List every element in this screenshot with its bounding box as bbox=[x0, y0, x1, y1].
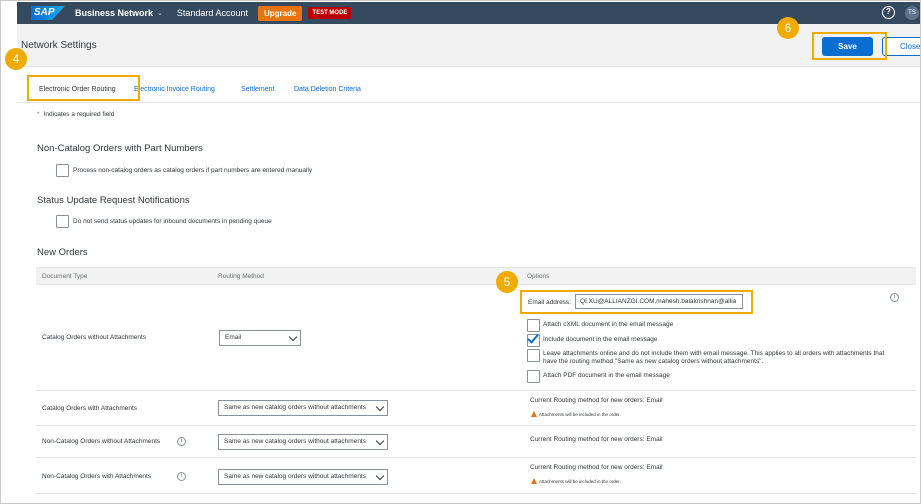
info-icon[interactable]: i bbox=[890, 293, 899, 302]
required-field-note: * Indicates a required field bbox=[37, 111, 114, 118]
routing-method-value: Same as new catalog orders without attac… bbox=[224, 473, 366, 480]
routing-method-select[interactable]: Same as new catalog orders without attac… bbox=[218, 469, 388, 485]
section-title-new-orders: New Orders bbox=[37, 247, 88, 258]
required-star: * bbox=[37, 111, 40, 118]
current-routing-text: Current Routing method for new orders: E… bbox=[530, 397, 663, 404]
test-mode-badge: TEST MODE bbox=[308, 7, 352, 19]
routing-method-value: Same as new catalog orders without attac… bbox=[224, 438, 366, 445]
routing-method-value: Email bbox=[225, 334, 242, 341]
highlight-order-routing-tab bbox=[27, 75, 140, 101]
callout-step-5: 5 bbox=[496, 271, 518, 293]
column-header-document-type: Document Type bbox=[42, 273, 88, 280]
chevron-down-icon bbox=[288, 332, 298, 342]
account-type: Standard Account bbox=[176, 8, 248, 18]
status-update-checkbox-label: Do not send status updates for inbound d… bbox=[73, 218, 272, 225]
highlight-save-button bbox=[812, 32, 887, 60]
leave-attachments-online-label: Leave attachments online and do not incl… bbox=[543, 350, 885, 357]
chevron-down-icon[interactable]: ⌄ bbox=[157, 9, 163, 17]
leave-attachments-online-label-cont: have the routing method "Same as new cat… bbox=[543, 358, 764, 365]
column-header-options: Options bbox=[527, 273, 550, 280]
attachments-note: Attachments will be included in the orde… bbox=[539, 412, 621, 417]
attach-cxml-label: Attach cXML document in the email messag… bbox=[543, 321, 674, 328]
leave-attachments-online-checkbox[interactable] bbox=[527, 349, 540, 362]
tab-bar: Electronic Order Routing Electronic Invo… bbox=[17, 67, 920, 103]
info-icon[interactable]: i bbox=[177, 437, 186, 446]
info-icon[interactable]: i bbox=[177, 472, 186, 481]
tab-settlement[interactable]: Settlement bbox=[241, 86, 274, 93]
callout-step-4: 4 bbox=[5, 48, 27, 70]
table-header: Document Type Routing Method Options bbox=[36, 267, 916, 285]
chevron-down-icon bbox=[375, 436, 385, 446]
document-type-cell: Non-Catalog Orders with Attachments bbox=[42, 473, 152, 480]
document-type-cell: Non-Catalog Orders without Attachments bbox=[42, 438, 161, 445]
warning-icon bbox=[531, 411, 537, 417]
attach-pdf-checkbox[interactable] bbox=[527, 370, 540, 383]
attach-pdf-label: Attach PDF document in the email message bbox=[543, 372, 670, 379]
checkmark-icon bbox=[527, 331, 539, 344]
current-routing-text: Current Routing method for new orders: E… bbox=[530, 464, 663, 471]
tab-electronic-invoice-routing[interactable]: Electronic Invoice Routing bbox=[134, 86, 215, 93]
table-row: Non-Catalog Orders with Attachments i Sa… bbox=[36, 458, 916, 494]
section-title-status-update: Status Update Request Notifications bbox=[37, 195, 190, 206]
app-frame: SAP Business Network ⌄ Standard Account … bbox=[0, 0, 921, 504]
page-title: Network Settings bbox=[21, 40, 97, 51]
include-document-label: Include document in the email message bbox=[543, 336, 658, 343]
chevron-down-icon bbox=[375, 402, 385, 412]
chevron-down-icon bbox=[375, 471, 385, 481]
include-document-checkbox[interactable] bbox=[527, 331, 540, 347]
help-icon[interactable]: ? bbox=[882, 6, 895, 19]
upgrade-button[interactable]: Upgrade bbox=[257, 5, 303, 21]
section-title-non-catalog: Non-Catalog Orders with Part Numbers bbox=[37, 143, 203, 154]
sap-logo[interactable]: SAP bbox=[31, 6, 65, 20]
table-row: Non-Catalog Orders without Attachments i… bbox=[36, 426, 916, 458]
callout-step-6: 6 bbox=[777, 17, 799, 39]
tab-data-deletion-criteria[interactable]: Data Deletion Criteria bbox=[294, 86, 361, 93]
table-row: Catalog Orders without Attachments Email bbox=[36, 285, 916, 391]
status-update-checkbox[interactable] bbox=[56, 215, 69, 228]
avatar[interactable]: TS bbox=[905, 6, 919, 20]
routing-method-select[interactable]: Email bbox=[219, 330, 301, 346]
non-catalog-checkbox[interactable] bbox=[56, 164, 69, 177]
column-header-routing-method: Routing Method bbox=[218, 273, 264, 280]
current-routing-text: Current Routing method for new orders: E… bbox=[530, 436, 663, 443]
attachments-note: Attachments will be included in the orde… bbox=[539, 479, 621, 484]
non-catalog-checkbox-label: Process non-catalog orders as catalog or… bbox=[73, 167, 313, 174]
close-button[interactable]: Close bbox=[882, 37, 920, 56]
routing-method-value: Same as new catalog orders without attac… bbox=[224, 404, 366, 411]
table-row: Catalog Orders with Attachments Same as … bbox=[36, 391, 916, 426]
required-note-text: Indicates a required field bbox=[43, 111, 115, 118]
warning-icon bbox=[531, 478, 537, 484]
routing-method-select[interactable]: Same as new catalog orders without attac… bbox=[218, 400, 388, 416]
document-type-cell: Catalog Orders with Attachments bbox=[42, 405, 138, 412]
routing-method-select[interactable]: Same as new catalog orders without attac… bbox=[218, 434, 388, 450]
highlight-email-address bbox=[520, 290, 753, 314]
document-type-cell: Catalog Orders without Attachments bbox=[42, 334, 147, 341]
app-title[interactable]: Business Network bbox=[75, 8, 153, 18]
